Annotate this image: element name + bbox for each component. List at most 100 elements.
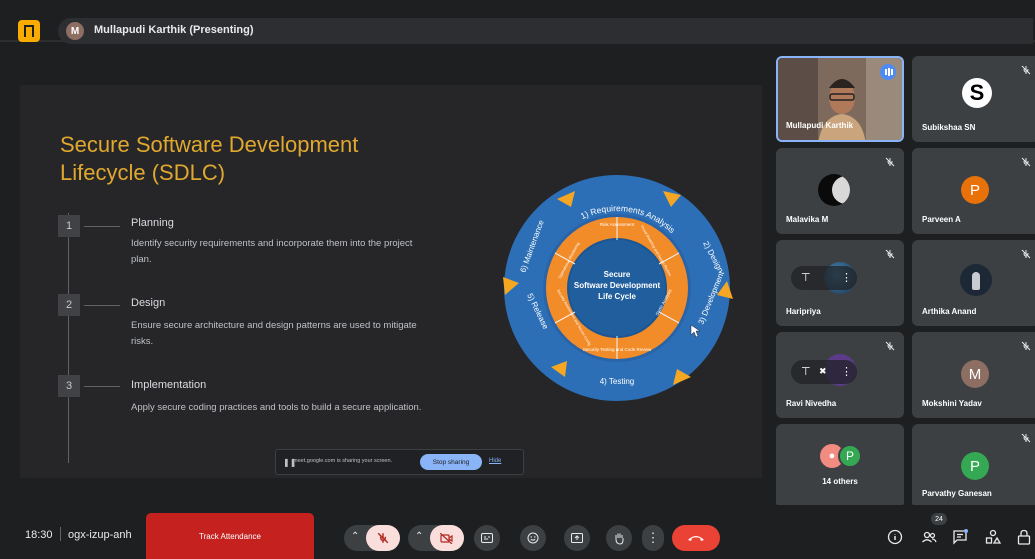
captions-icon (481, 533, 493, 543)
pin-icon[interactable]: ⊤ (801, 271, 811, 284)
participant-logo: S (962, 78, 992, 108)
mic-muted-icon (885, 341, 895, 351)
participant-name: Ravi Nivedha (786, 399, 837, 408)
step-description: Identify security requirements and incor… (131, 238, 413, 265)
participant-avatar (818, 174, 850, 206)
presenter-avatar: M (66, 22, 84, 40)
more-options-icon[interactable]: ⋮ (841, 271, 852, 284)
participant-tile[interactable]: Arthika Anand (912, 240, 1035, 326)
participant-tile[interactable]: Malavika M (776, 148, 904, 234)
stop-sharing-button[interactable]: Stop sharing (420, 454, 482, 470)
participant-name: Parvathy Ganesan (922, 489, 992, 498)
participant-avatar: P (961, 176, 989, 204)
presenter-label: Mullapudi Karthik (Presenting) (94, 24, 254, 36)
microphone-control[interactable]: ⌃ (344, 525, 400, 551)
presenter-chip: M Mullapudi Karthik (Presenting) (58, 18, 1033, 44)
end-call-icon (688, 536, 704, 541)
step-connector (84, 305, 120, 306)
more-vert-icon: ⋮ (646, 530, 660, 545)
mic-muted-icon (1021, 65, 1031, 75)
chat-icon[interactable] (952, 529, 968, 545)
step-description: Apply secure coding practices and tools … (131, 402, 422, 413)
participant-avatar: M (961, 360, 989, 388)
participant-tile[interactable]: S Subikshaa SN (912, 56, 1035, 142)
step-number: 2 (58, 294, 80, 316)
step-connector (84, 226, 120, 227)
tile-hover-controls: ⊤ ✖ ⋮ (791, 360, 857, 384)
wheel-activity-label: Security Testing and Code Review (583, 347, 652, 352)
participant-avatar (960, 264, 992, 296)
chevron-up-icon[interactable]: ⌃ (415, 531, 423, 542)
step-description: Ensure secure architecture and design pa… (131, 320, 417, 347)
shared-screen: Secure Software Development Lifecycle (S… (20, 85, 762, 478)
captions-button[interactable] (474, 525, 500, 551)
participant-name: Mullapudi Karthik (786, 121, 854, 130)
mic-muted-icon (885, 157, 895, 167)
participant-name: Haripriya (786, 307, 821, 316)
activities-icon[interactable] (985, 529, 1001, 545)
step-title: Planning (131, 217, 174, 229)
leave-call-button[interactable] (672, 525, 720, 551)
tile-hover-controls: ⊤ ⋮ (791, 266, 857, 290)
step-number: 3 (58, 375, 80, 397)
emoji-icon (527, 532, 539, 544)
screen-share-notice: ❚❚ meet.google.com is sharing your scree… (275, 449, 524, 475)
reactions-button[interactable] (520, 525, 546, 551)
timeline-line (68, 213, 69, 463)
mic-muted-icon (1021, 249, 1031, 259)
participant-name: Mokshini Yadav (922, 399, 982, 408)
mic-muted-icon (1021, 341, 1031, 351)
camera-off-button[interactable] (430, 525, 464, 551)
speaking-indicator-icon (880, 64, 896, 80)
mute-participant-icon[interactable]: ✖ (819, 366, 827, 377)
svg-text:Software Development: Software Development (574, 281, 661, 290)
bottom-bar: 18:30 ogx-izup-anh Track Attendance ⌃ ⌃ … (0, 505, 1035, 559)
present-button[interactable] (564, 525, 590, 551)
people-icon[interactable] (921, 529, 937, 545)
step-title: Implementation (131, 379, 207, 391)
participant-tile[interactable]: P Parvathy Ganesan (912, 424, 1035, 508)
people-count-badge: 24 (931, 513, 947, 525)
others-avatar: P (838, 444, 862, 468)
others-count-label: 14 others (822, 477, 858, 486)
mic-muted-icon (1021, 157, 1031, 167)
host-controls-icon[interactable] (1016, 529, 1032, 545)
step-number: 1 (58, 215, 80, 237)
participant-name: Parveen A (922, 215, 961, 224)
raise-hand-button[interactable] (606, 525, 632, 551)
participant-tile[interactable]: P Parveen A (912, 148, 1035, 234)
participant-tile[interactable]: ⊤ ⋮ Haripriya (776, 240, 904, 326)
more-options-button[interactable]: ⋮ (642, 525, 664, 551)
raise-hand-icon (615, 533, 623, 545)
pin-icon[interactable]: ⊤ (801, 365, 811, 378)
more-options-icon[interactable]: ⋮ (841, 365, 852, 378)
mic-off-button[interactable] (366, 525, 400, 551)
sdlc-wheel-diagram: Secure Software Development Life Cycle 1… (503, 175, 733, 401)
chevron-up-icon[interactable]: ⌃ (351, 531, 359, 542)
info-icon[interactable] (887, 529, 903, 545)
meeting-code: ogx-izup-anh (68, 529, 132, 541)
camera-control[interactable]: ⌃ (408, 525, 464, 551)
present-screen-icon (571, 533, 583, 543)
top-bar: M Mullapudi Karthik (Presenting) (0, 0, 1035, 44)
step-connector (84, 386, 120, 387)
step-title: Design (131, 297, 166, 309)
participant-tile[interactable]: ⊤ ✖ ⋮ Ravi Nivedha (776, 332, 904, 418)
mic-off-icon (377, 532, 389, 544)
wheel-activity-label: Risk Assessment (600, 222, 635, 227)
companion-app-icon[interactable] (18, 20, 40, 42)
others-tile[interactable]: ● P 14 others (776, 424, 904, 508)
participant-tile[interactable]: M Mokshini Yadav (912, 332, 1035, 418)
wheel-phase-label: 4) Testing (600, 377, 635, 386)
mic-muted-icon (1021, 433, 1031, 443)
participant-name: Malavika M (786, 215, 829, 224)
hide-notice-link[interactable]: Hide (489, 458, 501, 464)
clock: 18:30 (25, 529, 53, 541)
divider (60, 527, 61, 541)
slide-title: Secure Software Development Lifecycle (S… (60, 132, 359, 185)
camera-off-icon (440, 533, 453, 544)
participant-avatar: P (961, 452, 989, 480)
participant-tile[interactable]: Mullapudi Karthik (776, 56, 904, 142)
track-attendance-button[interactable]: Track Attendance (146, 513, 314, 559)
svg-text:Secure: Secure (604, 270, 631, 279)
